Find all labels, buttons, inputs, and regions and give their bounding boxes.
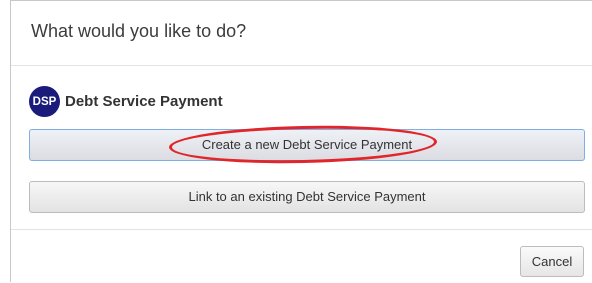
dialog-header: What would you like to do? [11, 1, 592, 66]
create-new-button[interactable]: Create a new Debt Service Payment [29, 129, 585, 161]
dialog: What would you like to do? DSP Debt Serv… [10, 0, 592, 282]
cancel-button[interactable]: Cancel [520, 246, 584, 277]
link-existing-button[interactable]: Link to an existing Debt Service Payment [29, 181, 585, 213]
dialog-footer: Cancel [11, 229, 592, 283]
object-row: DSP Debt Service Payment [29, 86, 223, 117]
dsp-icon: DSP [29, 86, 60, 117]
object-name: Debt Service Payment [65, 93, 223, 110]
dialog-title: What would you like to do? [31, 21, 247, 41]
